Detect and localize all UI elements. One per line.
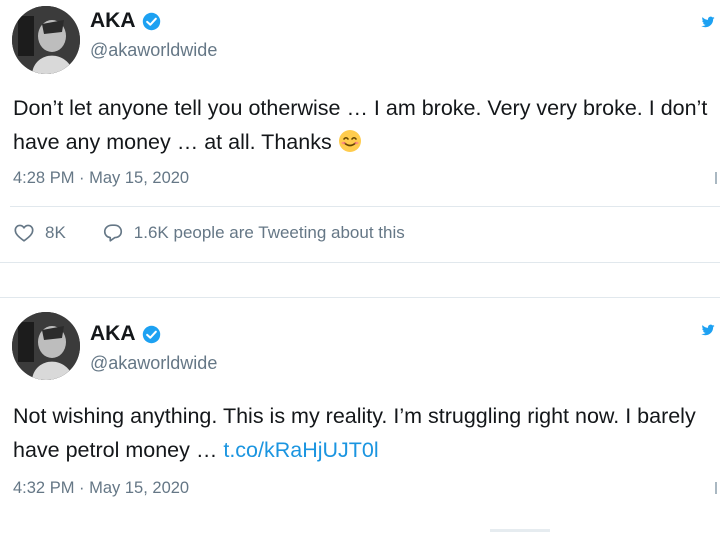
smiling-face-emoji <box>338 130 361 152</box>
divider <box>10 206 720 207</box>
reply-bubble-icon <box>103 224 122 242</box>
display-name-text[interactable]: AKA <box>90 9 136 33</box>
user-handle[interactable]: @akaworldwide <box>90 40 217 61</box>
display-name-text[interactable]: AKA <box>90 322 136 346</box>
avatar[interactable] <box>12 312 80 380</box>
twitter-bird-icon[interactable] <box>700 322 716 338</box>
activity-text: 1.6K people are Tweeting about this <box>133 223 405 242</box>
tweet-actions: 8K 1.6K people are Tweeting about this <box>13 222 405 244</box>
verified-badge-icon <box>142 325 160 343</box>
heart-icon <box>14 224 34 242</box>
tweet-text: Not wishing anything. This is my reality… <box>13 399 713 467</box>
tweet-separator <box>0 262 720 298</box>
info-icon[interactable] <box>714 172 718 184</box>
verified-badge-icon <box>142 12 160 30</box>
like-button[interactable]: 8K <box>13 222 66 244</box>
tweet-link[interactable]: t.co/kRaHjUJT0l <box>223 438 378 462</box>
twitter-bird-icon[interactable] <box>700 14 716 30</box>
tweet-card-2[interactable]: AKA @akaworldwide Not wishing anything. … <box>0 298 720 534</box>
reply-activity-link[interactable]: 1.6K people are Tweeting about this <box>102 222 405 244</box>
tweet-text: Don’t let anyone tell you otherwise … I … <box>13 91 713 159</box>
scroll-indicator <box>490 529 550 532</box>
user-handle[interactable]: @akaworldwide <box>90 353 217 374</box>
tweet-timestamp[interactable]: 4:32 PM · May 15, 2020 <box>13 479 189 498</box>
info-icon[interactable] <box>714 482 718 494</box>
like-count: 8K <box>45 223 66 242</box>
display-name[interactable]: AKA <box>90 322 161 346</box>
tweet-card-1[interactable]: AKA @akaworldwide Don’t let anyone tell … <box>0 0 720 262</box>
avatar[interactable] <box>12 6 80 74</box>
tweet-timestamp[interactable]: 4:28 PM · May 15, 2020 <box>13 169 189 188</box>
display-name[interactable]: AKA <box>90 9 161 33</box>
